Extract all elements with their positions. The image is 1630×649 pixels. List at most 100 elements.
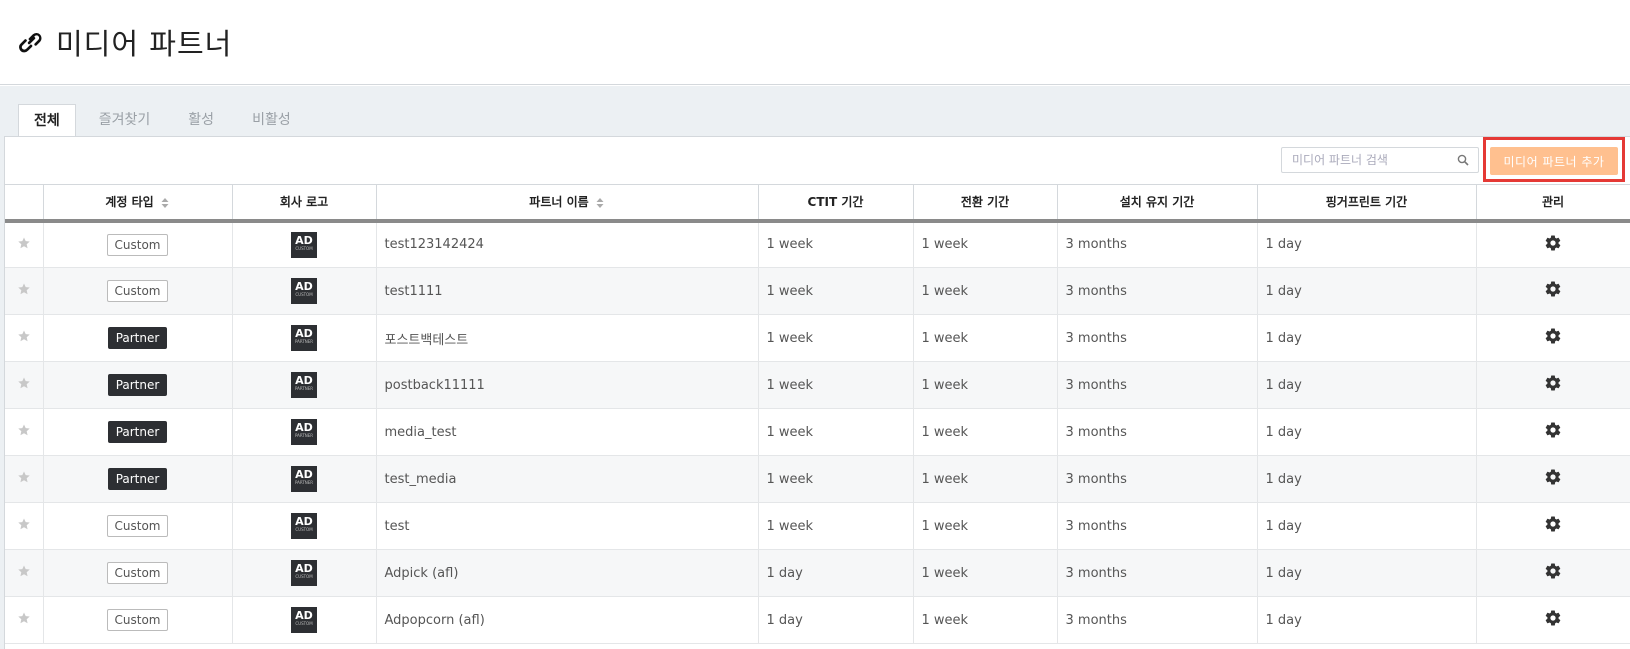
star-icon[interactable] bbox=[17, 470, 31, 484]
conversion-cell: 1 week bbox=[913, 408, 1058, 456]
logo-sub-text: CUSTOM bbox=[295, 292, 313, 297]
col-company-logo: 회사 로고 bbox=[232, 184, 377, 223]
tab-active[interactable]: 활성 bbox=[173, 104, 229, 137]
company-logo-cell: AD CUSTOM bbox=[232, 596, 377, 644]
account-type-cell: Partner bbox=[43, 455, 233, 503]
table-row: Custom AD CUSTOM Adpick (afl) 1 day 1 wee… bbox=[5, 549, 1630, 597]
star-icon[interactable] bbox=[17, 611, 31, 625]
favorite-cell bbox=[5, 220, 44, 268]
gear-icon[interactable] bbox=[1544, 327, 1562, 345]
install-retention-cell: 3 months bbox=[1057, 361, 1258, 409]
table-row: Custom AD CUSTOM test123142424 1 week 1 w… bbox=[5, 220, 1630, 268]
manage-cell bbox=[1476, 314, 1630, 362]
company-logo-cell: AD PARTNER bbox=[232, 455, 377, 503]
gear-icon[interactable] bbox=[1544, 280, 1562, 298]
add-media-partner-button[interactable]: 미디어 파트너 추가 bbox=[1490, 147, 1618, 175]
conversion-cell: 1 week bbox=[913, 267, 1058, 315]
conversion-cell: 1 week bbox=[913, 502, 1058, 550]
ctit-cell: 1 day bbox=[758, 549, 914, 597]
ctit-cell: 1 week bbox=[758, 361, 914, 409]
gear-icon[interactable] bbox=[1544, 562, 1562, 580]
install-retention-cell: 3 months bbox=[1057, 502, 1258, 550]
search-input[interactable] bbox=[1292, 153, 1452, 167]
gear-icon[interactable] bbox=[1544, 609, 1562, 627]
account-type-cell: Custom bbox=[43, 502, 233, 550]
gear-icon[interactable] bbox=[1544, 374, 1562, 392]
link-icon bbox=[14, 26, 46, 58]
partner-name-cell: test1111 bbox=[376, 267, 759, 315]
logo-main-text: AD bbox=[295, 515, 313, 528]
conversion-cell: 1 week bbox=[913, 596, 1058, 644]
logo-main-text: AD bbox=[295, 233, 313, 247]
gear-icon[interactable] bbox=[1544, 421, 1562, 439]
sort-icon[interactable] bbox=[595, 196, 605, 210]
ctit-cell: 1 week bbox=[758, 408, 914, 456]
ctit-cell: 1 week bbox=[758, 314, 914, 362]
fingerprint-cell: 1 day bbox=[1257, 220, 1477, 268]
logo-main-text: AD bbox=[295, 327, 313, 340]
account-type-cell: Custom bbox=[43, 549, 233, 597]
company-logo: AD PARTNER bbox=[291, 372, 317, 398]
star-icon[interactable] bbox=[17, 236, 31, 250]
fingerprint-cell: 1 day bbox=[1257, 549, 1477, 597]
page-header: 미디어 파트너 bbox=[0, 0, 1630, 85]
partner-name-cell: postback11111 bbox=[376, 361, 759, 409]
logo-main-text: AD bbox=[295, 421, 313, 434]
company-logo: AD CUSTOM bbox=[291, 513, 317, 539]
fingerprint-cell: 1 day bbox=[1257, 408, 1477, 456]
col-favorite bbox=[5, 184, 44, 223]
account-type-badge: Custom bbox=[106, 280, 169, 302]
conversion-cell: 1 week bbox=[913, 455, 1058, 503]
fingerprint-cell: 1 day bbox=[1257, 596, 1477, 644]
tab-all[interactable]: 전체 bbox=[18, 104, 76, 138]
star-icon[interactable] bbox=[17, 376, 31, 390]
tab-inactive[interactable]: 비활성 bbox=[237, 104, 306, 137]
toolbar: 미디어 파트너 추가 bbox=[5, 137, 1630, 184]
install-retention-cell: 3 months bbox=[1057, 549, 1258, 597]
account-type-badge: Partner bbox=[107, 374, 168, 396]
manage-cell bbox=[1476, 502, 1630, 550]
sort-icon[interactable] bbox=[160, 196, 170, 210]
table-row: Custom AD CUSTOM test1111 1 week 1 week 3… bbox=[5, 267, 1630, 315]
col-fingerprint: 핑거프린트 기간 bbox=[1257, 184, 1477, 223]
account-type-badge: Partner bbox=[107, 468, 168, 490]
col-conversion: 전환 기간 bbox=[913, 184, 1058, 223]
partner-table: 계정 타입 회사 로고 파트너 이름 CTIT 기간 전환 기간 설치 유지 기… bbox=[5, 184, 1630, 644]
conversion-cell: 1 week bbox=[913, 314, 1058, 362]
manage-cell bbox=[1476, 596, 1630, 644]
star-icon[interactable] bbox=[17, 329, 31, 343]
ctit-cell: 1 day bbox=[758, 596, 914, 644]
favorite-cell bbox=[5, 267, 44, 315]
logo-main-text: AD bbox=[295, 374, 313, 387]
col-account-type[interactable]: 계정 타입 bbox=[43, 184, 233, 223]
star-icon[interactable] bbox=[17, 564, 31, 578]
col-partner-name[interactable]: 파트너 이름 bbox=[376, 184, 759, 223]
company-logo-cell: AD PARTNER bbox=[232, 361, 377, 409]
table-row: Custom AD CUSTOM Adpopcorn (afl) 1 day 1 … bbox=[5, 596, 1630, 644]
search-icon[interactable] bbox=[1457, 154, 1469, 166]
ctit-cell: 1 week bbox=[758, 502, 914, 550]
logo-sub-text: CUSTOM bbox=[295, 574, 313, 579]
gear-icon[interactable] bbox=[1544, 468, 1562, 486]
star-icon[interactable] bbox=[17, 517, 31, 531]
star-icon[interactable] bbox=[17, 423, 31, 437]
table-row: Partner AD PARTNER 포스트백테스트 1 week 1 week … bbox=[5, 314, 1630, 362]
tab-favorites[interactable]: 즐겨찾기 bbox=[84, 104, 166, 137]
ctit-cell: 1 week bbox=[758, 220, 914, 268]
favorite-cell bbox=[5, 549, 44, 597]
table-row: Partner AD PARTNER test_media 1 week 1 we… bbox=[5, 455, 1630, 503]
gear-icon[interactable] bbox=[1544, 234, 1562, 252]
account-type-badge: Custom bbox=[106, 562, 169, 584]
company-logo-cell: AD PARTNER bbox=[232, 314, 377, 362]
tab-bar: 전체 즐겨찾기 활성 비활성 bbox=[18, 104, 314, 138]
gear-icon[interactable] bbox=[1544, 515, 1562, 533]
account-type-badge: Custom bbox=[106, 609, 169, 631]
company-logo: AD CUSTOM bbox=[291, 278, 317, 304]
table-row: Partner AD PARTNER postback11111 1 week 1… bbox=[5, 361, 1630, 409]
conversion-cell: 1 week bbox=[913, 549, 1058, 597]
account-type-badge: Custom bbox=[106, 233, 169, 256]
star-icon[interactable] bbox=[17, 282, 31, 296]
partner-name-cell: test bbox=[376, 502, 759, 550]
fingerprint-cell: 1 day bbox=[1257, 361, 1477, 409]
manage-cell bbox=[1476, 267, 1630, 315]
